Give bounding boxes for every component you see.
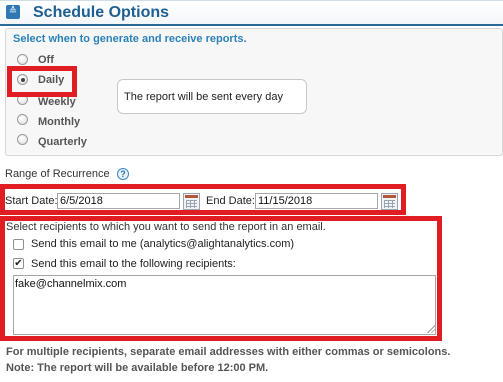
send-to-list-label[interactable]: Send this email to the following recipie… xyxy=(31,258,236,270)
start-date-calendar-icon[interactable] xyxy=(183,193,200,210)
send-to-me-label[interactable]: Send this email to me (analytics@alighta… xyxy=(31,238,294,250)
send-to-me-checkbox[interactable] xyxy=(13,239,24,250)
help-icon[interactable]: ? xyxy=(117,168,129,180)
end-date-input[interactable] xyxy=(255,193,378,209)
resize-grip-icon[interactable] xyxy=(426,324,435,333)
recipients-instruction: Select recipients to which you want to s… xyxy=(6,221,326,233)
daily-highlight xyxy=(7,66,77,97)
availability-note: Note: The report will be available befor… xyxy=(6,362,269,374)
send-to-list-checkbox[interactable]: ✔ xyxy=(13,258,24,269)
chevron-double-down-icon[interactable]: ≙ xyxy=(6,5,20,19)
start-date-input[interactable] xyxy=(57,193,180,209)
radio-quarterly-label[interactable]: Quarterly xyxy=(38,136,87,148)
start-date-label: Start Date: xyxy=(5,195,58,207)
radio-monthly[interactable] xyxy=(17,114,28,125)
range-label: Range of Recurrence xyxy=(5,168,110,180)
section-title: Schedule Options xyxy=(33,4,170,21)
recipients-textarea-value: fake@channelmix.com xyxy=(15,278,127,290)
radio-quarterly[interactable] xyxy=(17,134,28,145)
radio-weekly-label[interactable]: Weekly xyxy=(38,96,76,108)
radio-off-label[interactable]: Off xyxy=(38,54,54,66)
end-date-calendar-icon[interactable] xyxy=(381,193,398,210)
radio-off[interactable] xyxy=(17,54,28,65)
end-date-label: End Date: xyxy=(206,195,255,207)
frequency-instruction: Select when to generate and receive repo… xyxy=(13,33,247,45)
radio-monthly-label[interactable]: Monthly xyxy=(38,116,80,128)
frequency-info-text: The report will be sent every day xyxy=(124,91,283,103)
separator-hint: For multiple recipients, separate email … xyxy=(6,346,451,358)
